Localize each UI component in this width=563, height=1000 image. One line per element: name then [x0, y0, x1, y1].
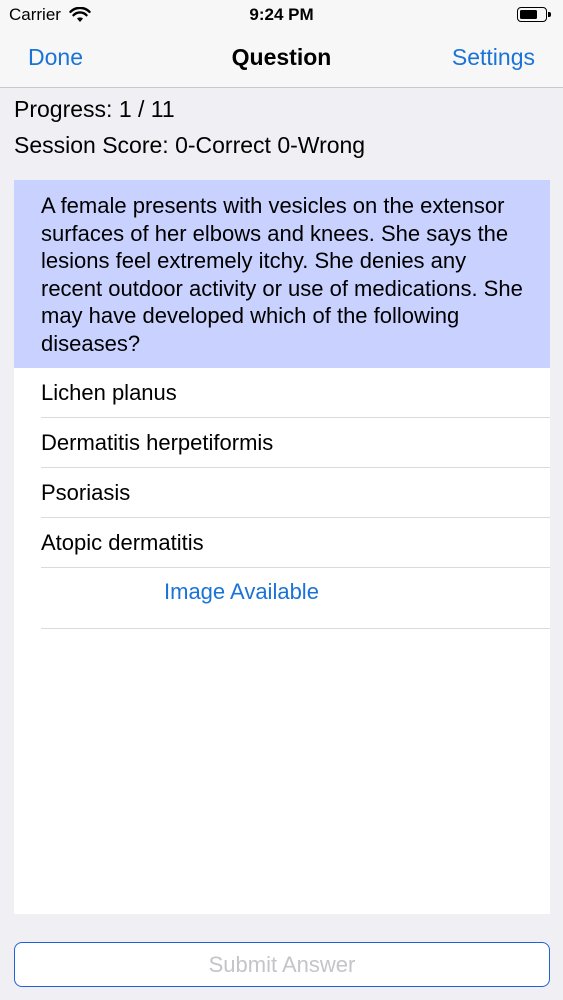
answer-option[interactable]: Atopic dermatitis: [14, 518, 550, 568]
progress-label: Progress: 1 / 11: [14, 96, 175, 122]
submit-answer-button[interactable]: Submit Answer: [14, 942, 550, 987]
answer-option[interactable]: Dermatitis herpetiformis: [14, 418, 550, 468]
answer-option[interactable]: Lichen planus: [14, 368, 550, 418]
question-text: A female presents with vesicles on the e…: [14, 180, 550, 368]
battery-icon: [517, 7, 551, 22]
session-score-label: Session Score: 0-Correct 0-Wrong: [14, 132, 366, 158]
answer-list: Lichen planus Dermatitis herpetiformis P…: [14, 368, 550, 568]
question-panel: A female presents with vesicles on the e…: [14, 180, 550, 914]
settings-button[interactable]: Settings: [452, 44, 535, 71]
status-bar: Carrier 9:24 PM: [0, 0, 563, 30]
status-time: 9:24 PM: [249, 5, 314, 24]
image-available-link[interactable]: Image Available: [14, 568, 550, 629]
navigation-bar: Done Question Settings: [0, 30, 563, 88]
answer-option[interactable]: Psoriasis: [14, 468, 550, 518]
